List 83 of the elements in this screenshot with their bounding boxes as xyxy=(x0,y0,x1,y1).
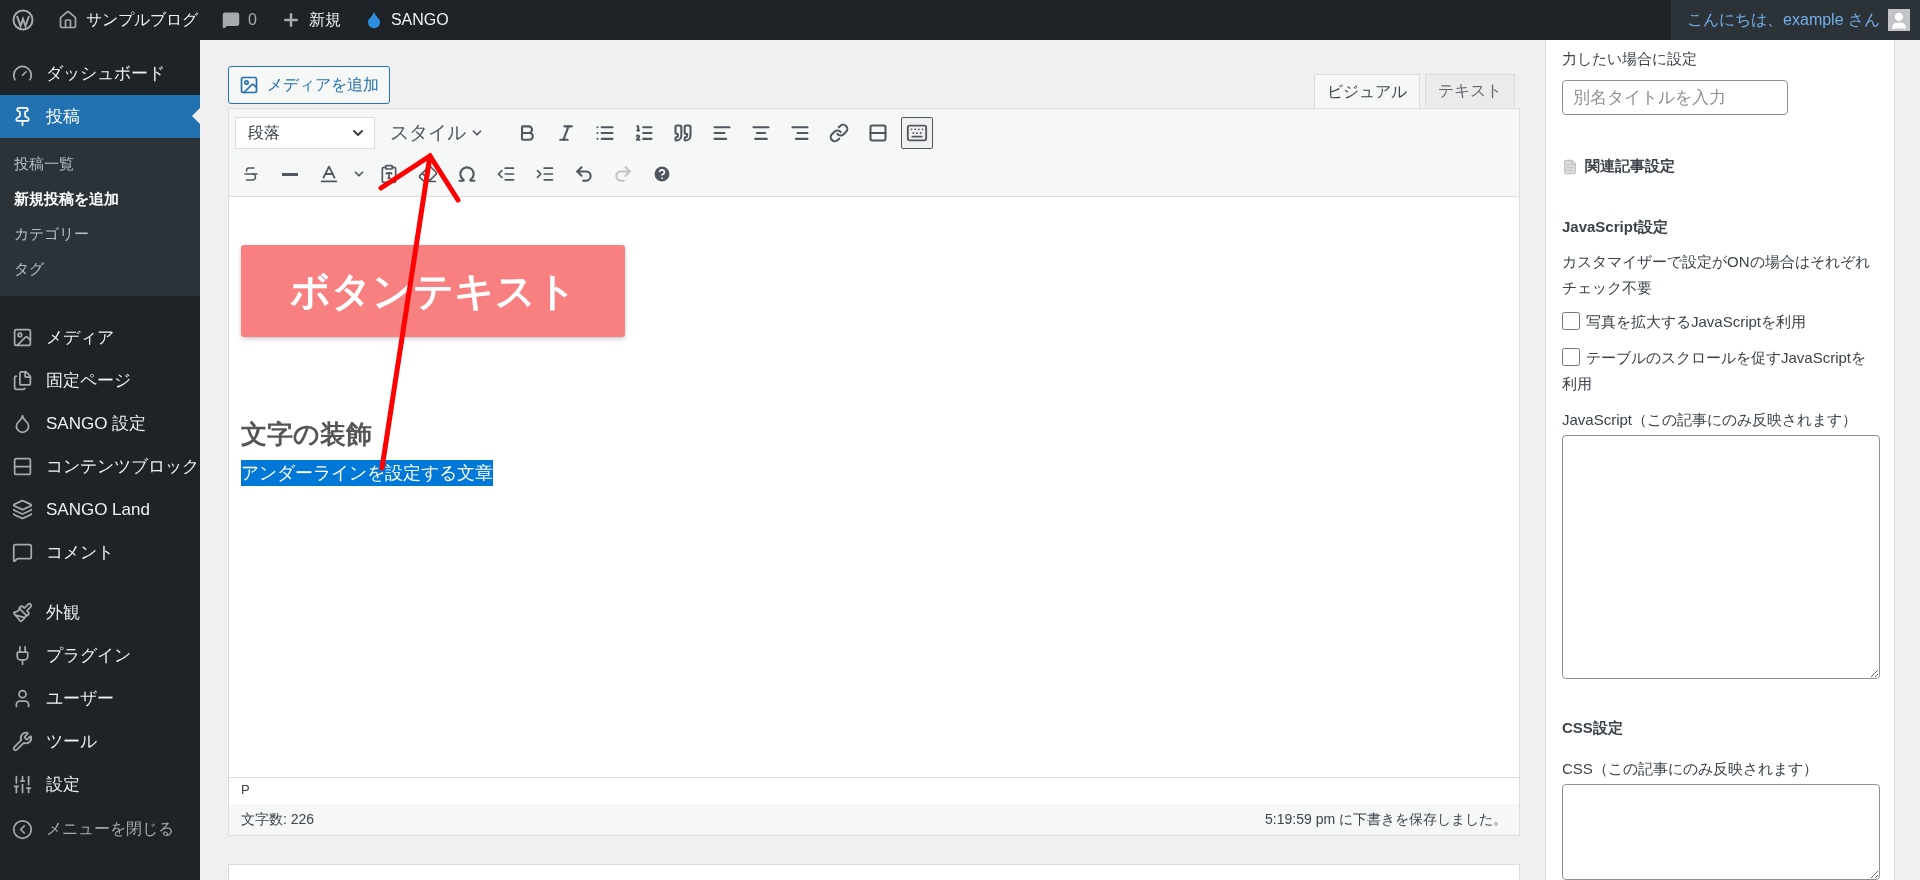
align-center-icon xyxy=(751,123,771,143)
submenu-item[interactable]: 投稿一覧 xyxy=(0,146,200,181)
avatar-icon xyxy=(1888,9,1910,31)
link-icon xyxy=(829,123,849,143)
quote-icon xyxy=(673,123,693,143)
bullet-list-icon xyxy=(595,123,615,143)
js-heading: JavaScript設定 xyxy=(1562,218,1668,238)
menu-item[interactable]: ダッシュボード xyxy=(0,52,200,95)
align-left-icon xyxy=(712,123,732,143)
numbered-list-icon xyxy=(634,123,654,143)
menu-item[interactable]: SANGO 設定 xyxy=(0,402,200,445)
menu-item[interactable]: 外観 xyxy=(0,591,200,634)
submenu-item[interactable]: 新規投稿を追加 xyxy=(0,181,200,216)
site-name-link[interactable]: サンプルブログ xyxy=(46,0,210,40)
blocks-icon xyxy=(12,456,33,477)
collapse-icon xyxy=(12,819,33,840)
checkbox-label[interactable]: 写真を拡大するJavaScriptを利用 xyxy=(1562,309,1807,336)
alias-title-field[interactable]: 別名タイトルを入力 xyxy=(1562,80,1788,116)
minus-icon xyxy=(282,172,298,176)
editor-tab[interactable]: テキスト xyxy=(1425,74,1515,107)
element-path: P xyxy=(241,782,250,797)
align-right-icon xyxy=(790,123,810,143)
theme-link[interactable]: SANGO xyxy=(352,0,461,40)
javascript-field[interactable] xyxy=(1562,435,1880,680)
submenu-item[interactable]: タグ xyxy=(0,251,200,286)
menu-item[interactable]: ユーザー xyxy=(0,677,200,720)
undo-icon xyxy=(574,164,594,184)
sliders-icon xyxy=(12,774,33,795)
editor-tab[interactable]: ビジュアル xyxy=(1314,74,1420,109)
checkbox[interactable] xyxy=(1562,312,1580,331)
add-media-button[interactable]: メディアを追加 xyxy=(228,66,390,104)
submenu-item[interactable]: カテゴリー xyxy=(0,216,200,251)
js-note: カスタマイザーで設定がONの場合はそれぞれチェック不要 xyxy=(1562,252,1871,299)
checkbox-label[interactable]: テーブルのスクロールを促すJavaScriptを利用 xyxy=(1562,345,1878,398)
menu-item[interactable]: ツール xyxy=(0,720,200,763)
keyboard-icon xyxy=(906,122,928,144)
redo-icon xyxy=(613,164,633,184)
menu-item[interactable]: 固定ページ xyxy=(0,359,200,402)
checkbox[interactable] xyxy=(1562,348,1580,367)
account-link[interactable]: こんにちは、example さん xyxy=(1671,0,1920,40)
indent-icon xyxy=(535,164,555,184)
new-link[interactable]: 新規 xyxy=(268,0,353,40)
comment-icon xyxy=(12,542,33,563)
help-icon xyxy=(652,164,672,184)
menu-item[interactable]: 設定 xyxy=(0,763,200,806)
css-heading: CSS設定 xyxy=(1562,719,1623,739)
menu-item[interactable]: プラグイン xyxy=(0,634,200,677)
wrench-icon xyxy=(12,731,33,752)
read-more-icon xyxy=(868,123,888,143)
home-icon xyxy=(58,10,78,30)
text-color-icon xyxy=(318,163,340,185)
clipboard-icon xyxy=(379,164,399,184)
js-field-label: JavaScript（この記事にのみ反映されます） xyxy=(1562,410,1858,431)
comment-icon xyxy=(222,11,240,29)
related-heading: 関連記事設定 xyxy=(1585,157,1675,177)
content-heading: 文字の装飾 xyxy=(241,418,372,451)
toolbar-toggle-button[interactable] xyxy=(901,117,933,149)
comments-link[interactable]: 0 xyxy=(210,0,269,40)
menu-item[interactable]: コメント xyxy=(0,531,200,574)
pages-icon xyxy=(12,370,33,391)
css-field-label: CSS（この記事にのみ反映されます） xyxy=(1562,759,1818,780)
eraser-icon xyxy=(418,164,438,184)
selected-paragraph: アンダーラインを設定する文章 xyxy=(241,460,493,486)
css-field[interactable] xyxy=(1562,784,1880,880)
alias-note: 力したい場合に設定 xyxy=(1562,49,1697,69)
save-status: 5:19:59 pm に下書きを保存しました。 xyxy=(1265,810,1507,829)
menu-item[interactable]: 投稿 xyxy=(0,95,200,138)
document-icon xyxy=(1562,158,1578,175)
italic-icon xyxy=(556,123,576,143)
format-select[interactable]: 段落 xyxy=(235,117,375,149)
menu-item[interactable]: コンテンツブロック xyxy=(0,445,200,488)
collapse-menu-button[interactable]: メニューを閉じる xyxy=(0,808,200,851)
outdent-icon xyxy=(496,164,516,184)
menu-item[interactable]: SANGO Land xyxy=(0,488,200,531)
media-icon xyxy=(239,75,259,95)
omega-icon xyxy=(457,164,477,184)
menu-item[interactable]: メディア xyxy=(0,316,200,359)
brush-icon xyxy=(12,602,33,623)
word-count: 文字数: 226 xyxy=(241,810,315,829)
media-icon xyxy=(12,327,33,348)
layers-icon xyxy=(12,499,33,520)
styles-menu[interactable]: スタイル xyxy=(382,117,492,149)
strikethrough-icon xyxy=(242,165,260,183)
